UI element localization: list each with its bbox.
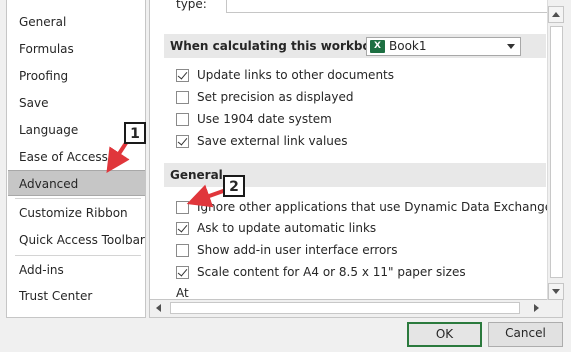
chevron-down-icon [507,44,515,49]
nav-item-quick-access-toolbar[interactable]: Quick Access Toolbar [8,227,145,253]
arrow-left-icon [156,304,161,312]
general-section-header: General [164,163,546,187]
option-label: Set precision as displayed [197,90,354,104]
checkbox[interactable] [176,91,189,104]
horizontal-scrollbar[interactable] [149,300,563,318]
annotation-badge-2: 2 [223,175,245,197]
type-field[interactable] [226,0,548,13]
nav-item-label: Ease of Access [19,150,108,164]
nav-separator [15,255,141,256]
nav-separator [15,198,141,199]
options-nav: General Formulas Proofing Save Language … [6,0,146,318]
nav-item-label: Trust Center [19,289,93,303]
nav-item-label: Save [19,96,49,110]
scroll-thumb[interactable] [550,26,563,278]
nav-item-label: Language [19,123,79,137]
advanced-options-panel: type: When calculating this workbook: X … [149,0,563,300]
nav-item-label: Proofing [19,69,69,83]
cancel-button[interactable]: Cancel [488,322,563,347]
checkbox[interactable] [176,69,189,82]
annotation-badge-1: 1 [124,122,146,144]
workbook-value: Book1 [389,39,427,53]
excel-icon: X [370,40,385,53]
option-next-partial: At [176,283,189,300]
nav-item-label: Formulas [19,42,74,56]
checkbox[interactable] [176,222,189,235]
nav-item-label: Add-ins [19,263,64,277]
scroll-up-button[interactable] [548,6,564,23]
arrow-down-icon [552,289,560,294]
checkbox[interactable] [176,135,189,148]
workbook-dropdown[interactable]: X Book1 [366,37,521,56]
nav-item-label: Quick Access Toolbar [19,233,145,247]
nav-item-ease-of-access[interactable]: Ease of Access [8,144,145,170]
nav-item-add-ins[interactable]: Add-ins [8,257,145,283]
general-section-title: General [170,168,223,182]
option-label: Save external link values [197,134,348,148]
nav-item-label: Customize Ribbon [19,206,128,220]
calc-section-title: When calculating this workbook: [170,39,392,53]
checkbox[interactable] [176,201,189,214]
scroll-down-button[interactable] [548,283,564,300]
checkbox[interactable] [176,244,189,257]
hscroll-thumb[interactable] [170,302,520,314]
nav-item-advanced[interactable]: Advanced [8,170,145,196]
option-label: Use 1904 date system [197,112,332,126]
scroll-right-button[interactable] [529,301,544,315]
type-row: type: [176,0,207,14]
nav-item-formulas[interactable]: Formulas [8,36,145,62]
type-label: type: [176,0,207,11]
checkbox[interactable] [176,266,189,279]
nav-item-customize-ribbon[interactable]: Customize Ribbon [8,200,145,226]
nav-item-general[interactable]: General [8,9,145,35]
nav-item-save[interactable]: Save [8,90,145,116]
checkbox[interactable] [176,113,189,126]
nav-item-label: Advanced [19,177,79,191]
scroll-left-button[interactable] [152,301,167,315]
option-label: Show add-in user interface errors [197,243,398,257]
arrow-right-icon [534,304,539,312]
arrow-up-icon [552,12,560,17]
option-label: Ask to update automatic links [197,221,377,235]
nav-item-proofing[interactable]: Proofing [8,63,145,89]
option-label: Update links to other documents [197,68,395,82]
option-label: At [176,286,189,300]
nav-item-label: General [19,15,67,29]
nav-item-trust-center[interactable]: Trust Center [8,283,145,309]
option-label: Scale content for A4 or 8.5 x 11" paper … [197,265,466,279]
ok-button[interactable]: OK [407,322,482,347]
vertical-scrollbar[interactable] [547,0,564,300]
option-label: Ignore other applications that use Dynam… [197,200,563,214]
